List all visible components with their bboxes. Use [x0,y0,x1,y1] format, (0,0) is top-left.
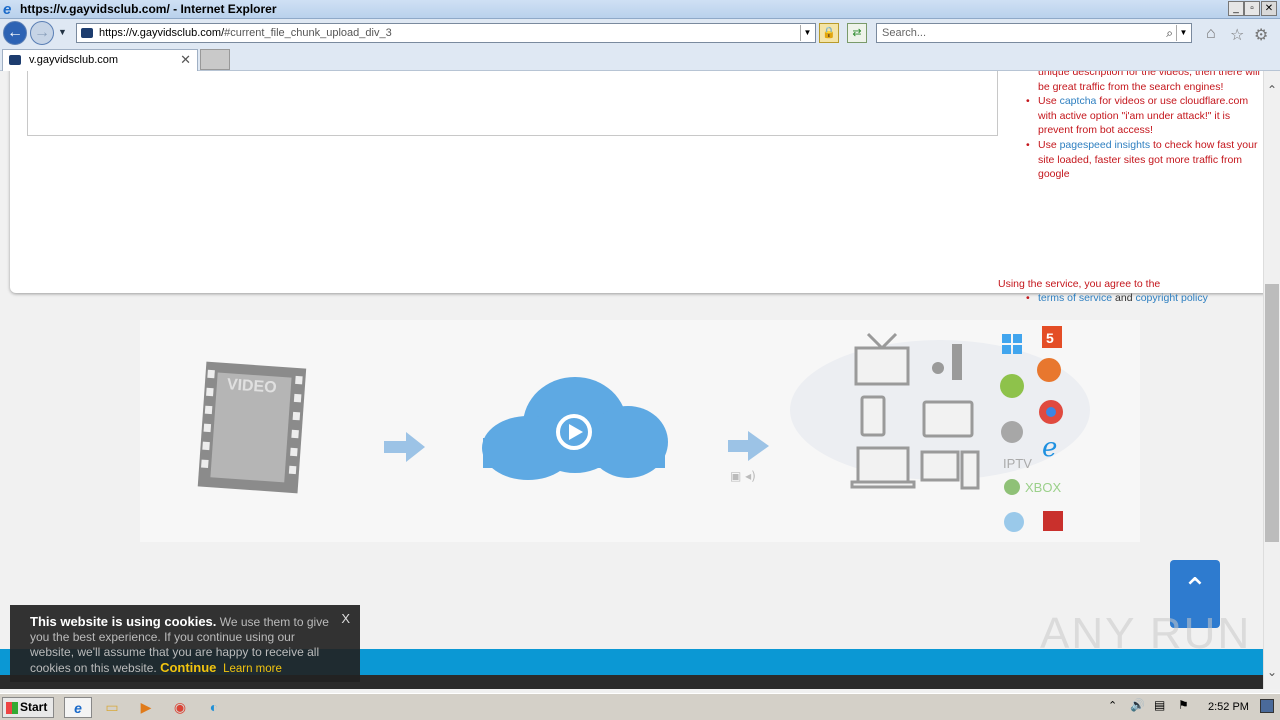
cloud-upload-icon [482,377,668,480]
navigation-bar: ← → ▼ https://v.gayvidsclub.com/#current… [0,19,1280,47]
safari-icon [1004,512,1024,532]
url-host: https://v.gayvidsclub.com/ [99,27,225,39]
ie-logo-icon: e [3,1,12,18]
pagespeed-link[interactable]: pagespeed insights [1060,139,1151,151]
history-dropdown-icon[interactable]: ▼ [58,27,67,37]
agree-text: Using the service, you agree to the [998,278,1161,290]
action-center-flag-icon[interactable]: ⚑ [1178,698,1189,712]
windows-flag-icon [6,702,18,714]
url-path: #current_file_chunk_upload_div_3 [224,27,392,39]
tip-item: Use pagespeed insights to check how fast… [1024,138,1263,182]
copyright-policy-link[interactable]: copyright policy [1135,292,1207,304]
anyrun-watermark: ANY RUN [1040,609,1252,658]
address-dropdown-icon[interactable]: ▼ [800,25,814,41]
iptv-label: IPTV [1003,456,1032,471]
new-tab-button[interactable] [200,49,230,70]
home-icon[interactable]: ⌂ [1206,25,1216,43]
arrow-right-icon [728,431,769,461]
show-desktop-button[interactable] [1260,699,1274,713]
vertical-scrollbar[interactable]: ⌃ ⌄ [1263,71,1280,689]
xbox-icon [1004,479,1020,495]
scroll-up-icon[interactable]: ⌃ [1264,83,1280,99]
cookie-banner: This website is using cookies. We use th… [10,605,360,682]
taskbar-explorer-icon[interactable]: ▭ [98,697,126,718]
apple-icon [1001,421,1023,443]
upload-area [27,71,998,136]
close-window-button[interactable]: ✕ [1261,1,1277,16]
search-input[interactable]: Search... ⌕ ▼ [876,23,1192,43]
search-icon[interactable]: ⌕ [1166,24,1173,42]
lock-icon[interactable]: 🔒 [819,23,839,43]
ie-icon: e [1042,433,1057,463]
clock[interactable]: 2:52 PM [1208,694,1249,720]
refresh-icon[interactable]: ⇄ [847,23,867,43]
taskbar: Start e ▭ ▶ ◉ ◐ ⌃ 🔊 ▤ ⚑ 2:52 PM [0,693,1280,720]
xbox-label: XBOX [1025,480,1061,495]
taskbar-chrome-icon[interactable]: ◉ [166,697,194,718]
cookie-learn-more-link[interactable]: Learn more [223,663,282,675]
tip-item: Use captcha for videos or use cloudflare… [1024,94,1263,138]
tab-favicon-icon [9,55,21,65]
minimize-button[interactable]: _ [1228,1,1244,16]
tip-item: unique description for the videos, then … [1038,71,1260,93]
favorites-star-icon[interactable]: ☆ [1230,25,1244,45]
scroll-down-icon[interactable]: ⌄ [1264,665,1280,681]
flash-icon [1043,511,1063,531]
tips-list: unique description for the videos, then … [1024,71,1263,182]
film-strip-icon: VIDEO [197,361,307,494]
gear-icon[interactable]: ⚙ [1254,25,1268,45]
tray-expand-icon[interactable]: ⌃ [1108,699,1117,712]
site-favicon-icon [81,28,93,38]
tab-label: v.gayvidsclub.com [29,54,119,66]
cookie-close-button[interactable]: X [341,611,350,626]
taskbar-media-player-icon[interactable]: ▶ [132,697,160,718]
volume-icon[interactable]: 🔊 [1130,698,1145,712]
forward-button[interactable]: → [30,21,54,45]
page-viewport: unique description for the videos, then … [0,71,1263,689]
window-titlebar: e https://v.gayvidsclub.com/ - Internet … [0,0,1280,19]
tab-gayvidsclub[interactable]: v.gayvidsclub.com ✕ [2,49,198,71]
search-dropdown-icon[interactable]: ▼ [1176,25,1190,41]
android-icon [1000,374,1024,398]
media-icons: ▣ ◂) [730,469,756,483]
svg-text:5: 5 [1046,330,1054,346]
address-bar[interactable]: https://v.gayvidsclub.com/#current_file_… [76,23,816,43]
cookie-heading: This website is using cookies. [30,614,217,629]
svg-text:VIDEO: VIDEO [226,376,277,396]
arrow-right-icon [384,432,425,462]
window-title: https://v.gayvidsclub.com/ - Internet Ex… [20,2,277,16]
start-button[interactable]: Start [2,697,54,718]
search-placeholder: Search... [882,27,927,39]
agree-links: terms of service and copyright policy [1026,292,1208,304]
terms-of-service-link[interactable]: terms of service [1038,292,1112,304]
taskbar-edge-icon[interactable]: ◐ [200,697,228,718]
network-icon[interactable]: ▤ [1154,698,1165,712]
maximize-button[interactable]: ▫ [1244,1,1260,16]
scroll-thumb[interactable] [1265,284,1279,542]
html5-icon: 5 [1042,326,1062,348]
taskbar-ie-icon[interactable]: e [64,697,92,718]
cookie-continue-button[interactable]: Continue [160,660,216,675]
captcha-link[interactable]: captcha [1060,95,1097,107]
tab-bar: v.gayvidsclub.com ✕ [0,47,1280,71]
back-button[interactable]: ← [3,21,27,45]
tab-close-icon[interactable]: ✕ [180,50,191,70]
hero-illustration: VIDEO ▣ ◂) 5 e IPTV XBOX [140,320,1140,542]
firefox-icon [1037,358,1061,382]
